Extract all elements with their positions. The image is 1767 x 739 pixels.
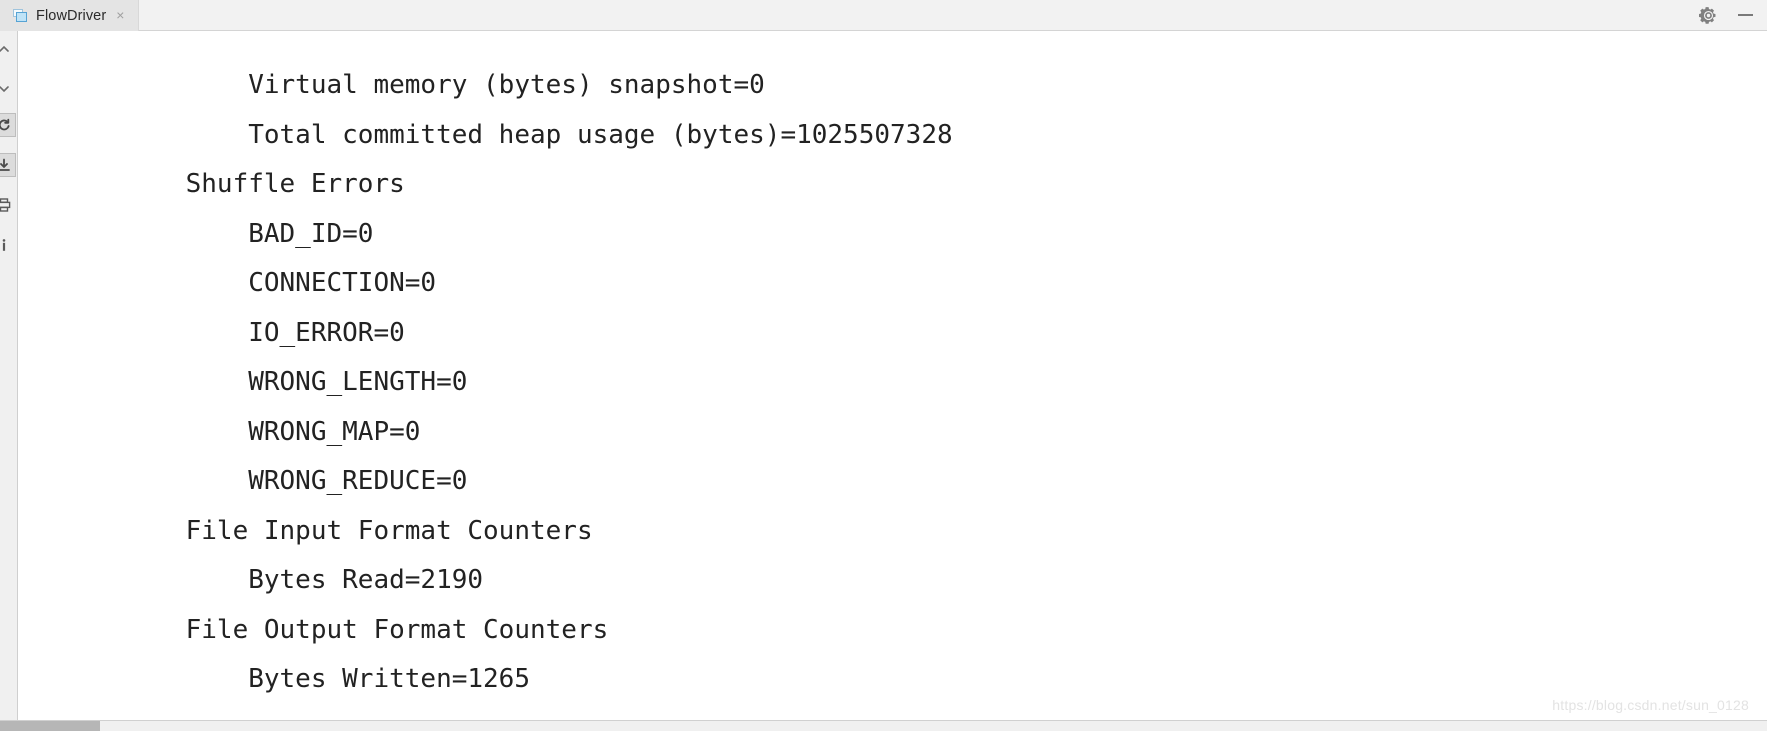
window-tab-bar: FlowDriver × [0, 0, 1767, 31]
editor-gutter [19, 31, 42, 720]
download-icon[interactable] [0, 153, 16, 177]
gear-icon[interactable] [1699, 6, 1718, 25]
document-window-icon [13, 8, 28, 23]
watermark: https://blog.csdn.net/sun_0128 [1552, 697, 1749, 713]
info-icon[interactable] [0, 233, 16, 257]
chevron-down-icon[interactable] [0, 77, 16, 101]
console-log: Virtual memory (bytes) snapshot=0 Total … [123, 61, 953, 705]
console-output-panel[interactable]: Virtual memory (bytes) snapshot=0 Total … [19, 31, 1767, 720]
log-line: WRONG_MAP=0 [123, 416, 421, 447]
close-icon[interactable]: × [114, 7, 126, 25]
chevron-up-icon[interactable] [0, 37, 16, 61]
log-line: Virtual memory (bytes) snapshot=0 [123, 70, 765, 100]
log-line: WRONG_REDUCE=0 [123, 466, 468, 496]
log-line: Bytes Written=1265 [123, 664, 530, 694]
log-line: Bytes Read=2190 [123, 565, 484, 595]
tab-bar-empty-area [139, 0, 1699, 30]
log-line: Total committed heap usage (bytes)=10255… [123, 119, 953, 150]
horizontal-scrollbar[interactable] [0, 720, 1767, 739]
log-line: Shuffle Errors [123, 169, 405, 199]
tab-flowdriver[interactable]: FlowDriver × [0, 0, 140, 31]
scrollbar-track[interactable] [100, 721, 1767, 731]
console-tool-rail [0, 31, 18, 720]
log-line: BAD_ID=0 [123, 218, 374, 249]
log-line: IO_ERROR=0 [123, 317, 405, 348]
print-icon[interactable] [0, 193, 16, 217]
log-line: CONNECTION=0 [123, 268, 437, 298]
log-line: File Input Format Counters [123, 515, 593, 546]
tab-label: FlowDriver [36, 7, 107, 24]
scrollbar-thumb[interactable] [0, 721, 100, 731]
log-line: File Output Format Counters [123, 614, 609, 645]
window-controls [1699, 0, 1767, 30]
log-line: WRONG_LENGTH=0 [123, 367, 468, 397]
rerun-icon[interactable] [0, 113, 16, 137]
minimize-icon[interactable] [1738, 14, 1753, 16]
